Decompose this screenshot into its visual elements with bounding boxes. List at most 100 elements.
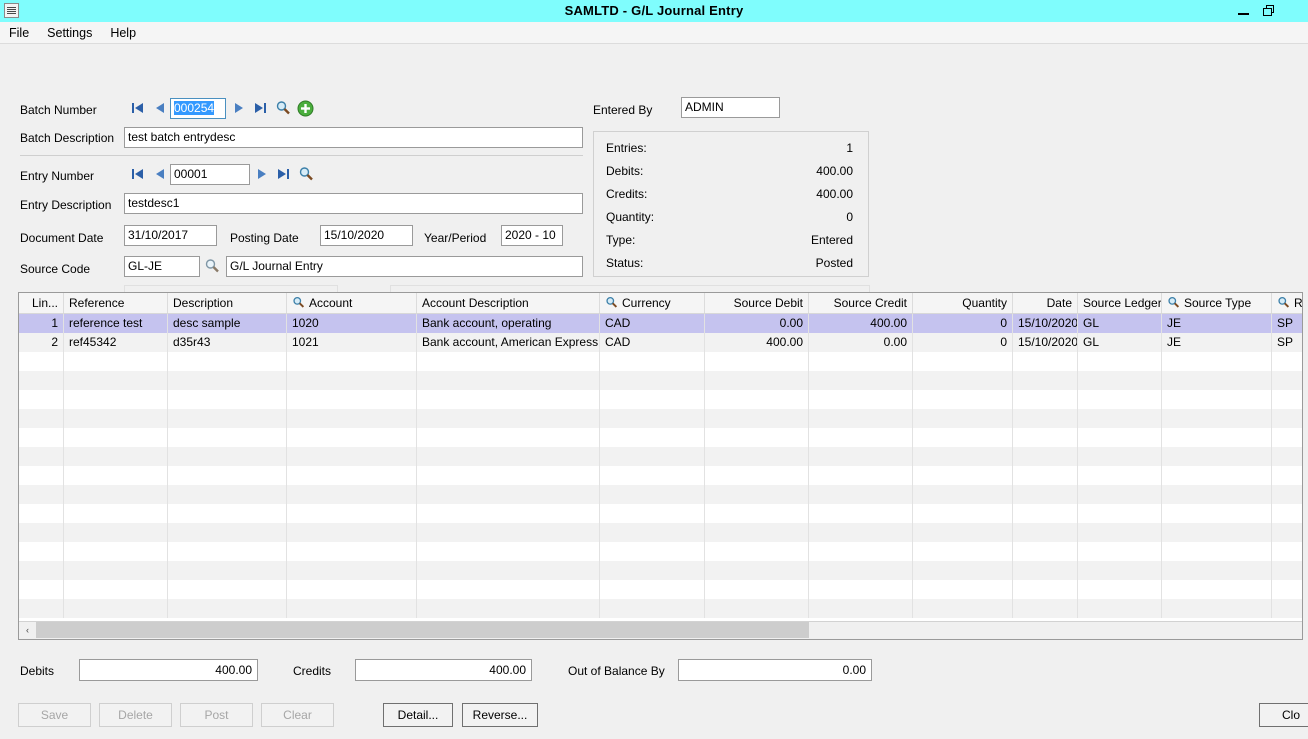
table-row-empty[interactable] xyxy=(19,523,1302,542)
table-cell[interactable] xyxy=(287,599,417,618)
table-cell[interactable] xyxy=(417,390,600,409)
table-cell[interactable] xyxy=(64,485,168,504)
table-cell[interactable] xyxy=(705,447,809,466)
table-cell[interactable] xyxy=(1013,466,1078,485)
table-cell[interactable]: 2 xyxy=(19,333,64,352)
table-cell[interactable] xyxy=(1013,523,1078,542)
table-cell[interactable] xyxy=(600,352,705,371)
table-cell[interactable]: 400.00 xyxy=(705,333,809,352)
grid-column-header[interactable]: Description xyxy=(168,293,287,313)
table-cell[interactable] xyxy=(1162,523,1272,542)
table-cell[interactable]: SP xyxy=(1272,314,1302,333)
entered-by-input[interactable]: ADMIN xyxy=(681,97,780,118)
table-cell[interactable]: GL xyxy=(1078,314,1162,333)
table-cell[interactable] xyxy=(913,352,1013,371)
table-cell[interactable] xyxy=(64,447,168,466)
table-cell[interactable] xyxy=(809,523,913,542)
table-cell[interactable] xyxy=(287,485,417,504)
table-cell[interactable] xyxy=(287,390,417,409)
table-cell[interactable] xyxy=(64,428,168,447)
table-cell[interactable] xyxy=(168,523,287,542)
table-row[interactable]: 1 reference test desc sample 1020 Bank accou… xyxy=(19,314,1302,333)
table-row-empty[interactable] xyxy=(19,352,1302,371)
batch-next-button[interactable] xyxy=(231,100,246,115)
table-cell[interactable] xyxy=(287,542,417,561)
table-cell[interactable] xyxy=(1013,371,1078,390)
table-cell[interactable] xyxy=(705,352,809,371)
table-cell[interactable] xyxy=(64,580,168,599)
year-period-input[interactable]: 2020 - 10 xyxy=(501,225,563,246)
entry-next-button[interactable] xyxy=(254,166,269,181)
table-cell[interactable] xyxy=(417,599,600,618)
grid-body[interactable]: 1 reference test desc sample 1020 Bank accou… xyxy=(19,314,1302,618)
table-cell[interactable] xyxy=(64,466,168,485)
table-cell[interactable] xyxy=(1078,504,1162,523)
batch-number-input[interactable]: 000254 xyxy=(170,98,226,119)
table-cell[interactable] xyxy=(1162,485,1272,504)
reverse-button[interactable]: Reverse... xyxy=(462,703,538,727)
batch-previous-button[interactable] xyxy=(152,100,167,115)
table-cell[interactable]: 400.00 xyxy=(809,314,913,333)
table-cell[interactable] xyxy=(64,371,168,390)
table-cell[interactable] xyxy=(809,504,913,523)
table-cell[interactable] xyxy=(1013,542,1078,561)
table-cell[interactable] xyxy=(19,466,64,485)
grid-column-header[interactable]: Account Description xyxy=(417,293,600,313)
minimize-button[interactable] xyxy=(1230,0,1256,22)
maximize-restore-button[interactable] xyxy=(1256,0,1282,22)
table-cell[interactable] xyxy=(705,504,809,523)
table-cell[interactable] xyxy=(168,504,287,523)
table-cell[interactable] xyxy=(600,390,705,409)
table-cell[interactable] xyxy=(705,485,809,504)
table-cell[interactable] xyxy=(1078,352,1162,371)
table-cell[interactable] xyxy=(600,580,705,599)
table-row-empty[interactable] xyxy=(19,447,1302,466)
table-cell[interactable] xyxy=(705,428,809,447)
table-cell[interactable]: JE xyxy=(1162,333,1272,352)
table-cell[interactable] xyxy=(168,466,287,485)
table-cell[interactable] xyxy=(19,542,64,561)
table-cell[interactable] xyxy=(809,542,913,561)
grid-column-header[interactable]: Date xyxy=(1013,293,1078,313)
clear-button[interactable]: Clear xyxy=(261,703,334,727)
table-cell[interactable] xyxy=(1078,466,1162,485)
close-button[interactable] xyxy=(1282,0,1308,22)
scrollbar-thumb[interactable] xyxy=(36,622,809,638)
table-cell[interactable] xyxy=(809,390,913,409)
column-finder-icon[interactable] xyxy=(1167,295,1180,313)
table-cell[interactable] xyxy=(168,447,287,466)
grid-column-header[interactable]: Source Type xyxy=(1162,293,1272,313)
table-cell[interactable] xyxy=(1272,409,1302,428)
table-cell[interactable] xyxy=(287,561,417,580)
table-cell[interactable] xyxy=(19,352,64,371)
table-cell[interactable] xyxy=(287,580,417,599)
table-cell[interactable] xyxy=(19,409,64,428)
table-cell[interactable] xyxy=(913,561,1013,580)
table-cell[interactable] xyxy=(64,504,168,523)
table-cell[interactable] xyxy=(1272,523,1302,542)
table-cell[interactable] xyxy=(600,447,705,466)
table-cell[interactable] xyxy=(809,428,913,447)
table-cell[interactable] xyxy=(1162,542,1272,561)
table-cell[interactable] xyxy=(1162,447,1272,466)
table-cell[interactable] xyxy=(1272,390,1302,409)
table-cell[interactable] xyxy=(64,352,168,371)
grid-column-header[interactable]: Rat xyxy=(1272,293,1302,313)
table-cell[interactable] xyxy=(417,523,600,542)
table-cell[interactable] xyxy=(809,371,913,390)
table-cell[interactable] xyxy=(600,466,705,485)
table-cell[interactable] xyxy=(1272,580,1302,599)
table-cell[interactable] xyxy=(1162,352,1272,371)
table-cell[interactable] xyxy=(809,561,913,580)
table-cell[interactable] xyxy=(64,523,168,542)
batch-description-input[interactable]: test batch entrydesc xyxy=(124,127,583,148)
table-cell[interactable] xyxy=(1078,523,1162,542)
table-cell[interactable] xyxy=(1078,447,1162,466)
table-cell[interactable] xyxy=(913,390,1013,409)
table-cell[interactable] xyxy=(19,485,64,504)
table-cell[interactable] xyxy=(1162,428,1272,447)
table-cell[interactable] xyxy=(705,390,809,409)
table-row[interactable]: 2 ref45342 d35r43 1021 Bank account, America… xyxy=(19,333,1302,352)
table-cell[interactable] xyxy=(19,371,64,390)
table-cell[interactable] xyxy=(1013,409,1078,428)
